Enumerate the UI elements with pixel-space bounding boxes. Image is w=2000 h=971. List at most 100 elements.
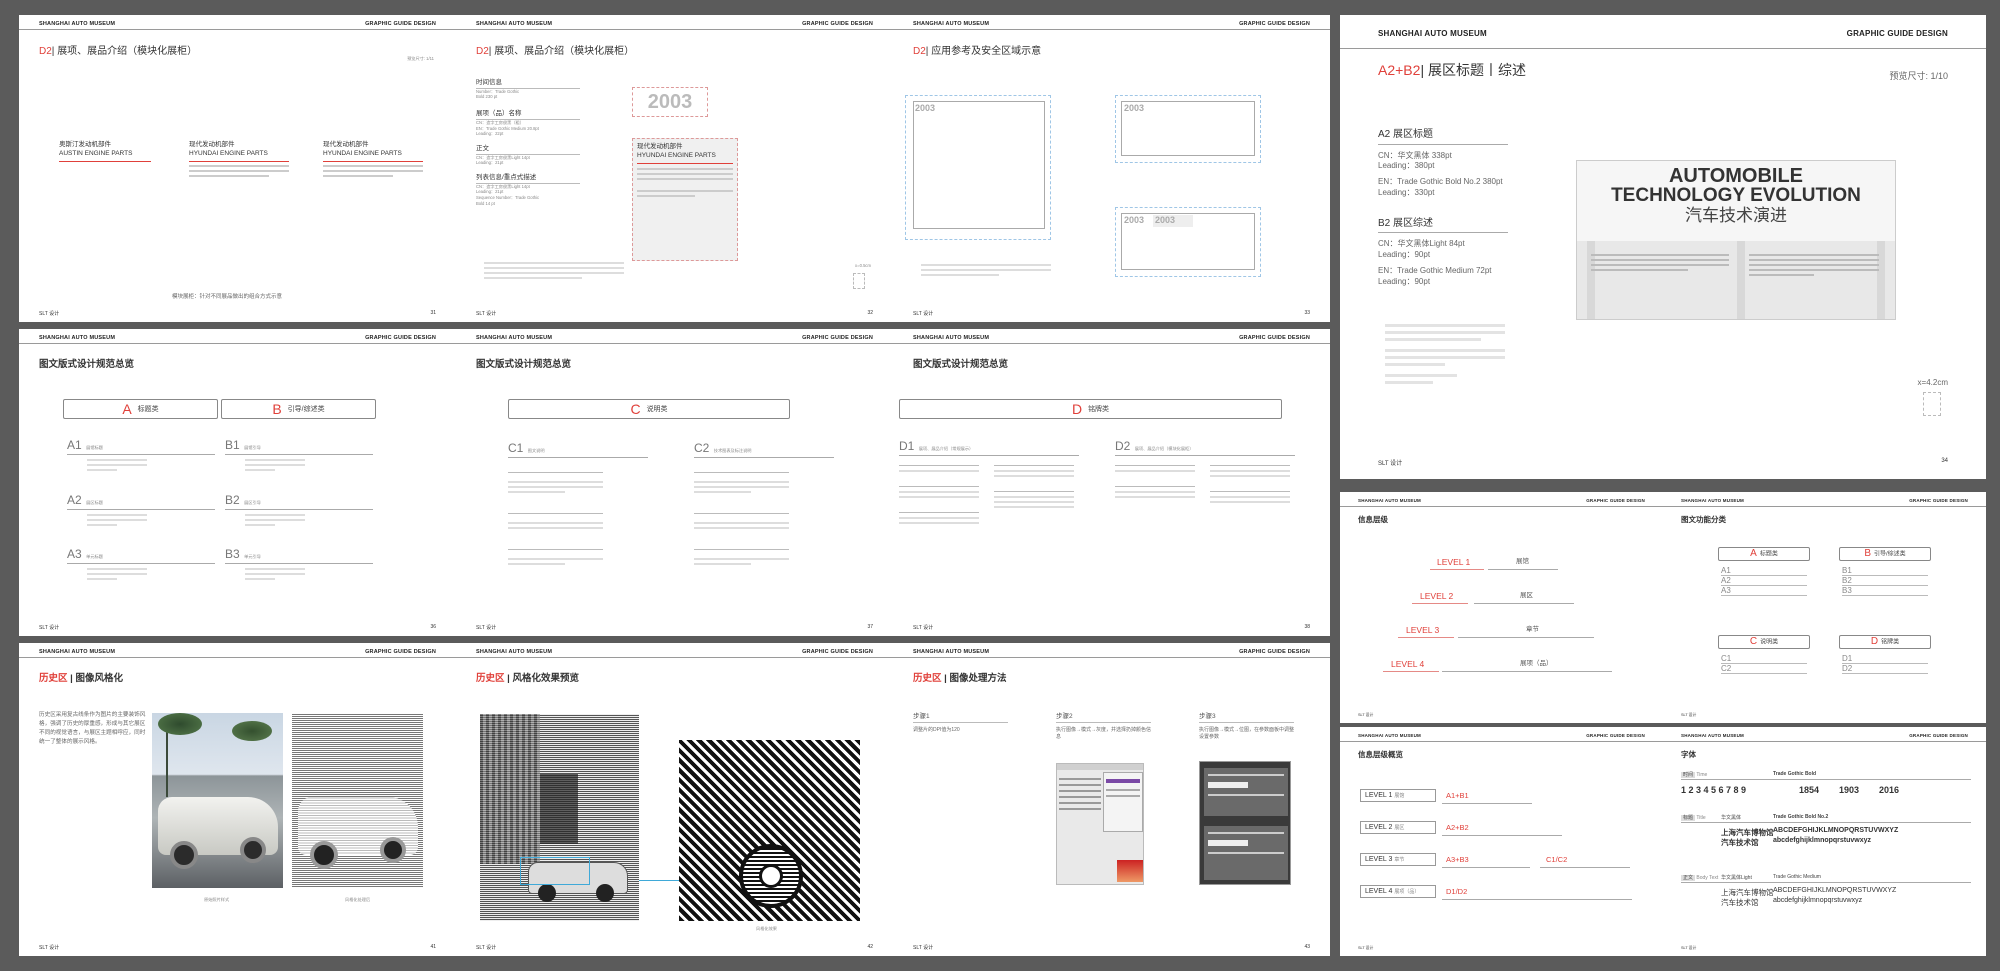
museum-label: SHANGHAI AUTO MUSEUM: [476, 335, 553, 341]
page-36: SHANGHAI AUTO MUSEUM GRAPHIC GUIDE DESIGN…: [19, 329, 456, 636]
footer-brand: SLT 设计: [39, 625, 60, 631]
page-title: 历史区 | 风格化效果预览: [476, 673, 579, 684]
spec-item: B1 展馆引导: [225, 436, 373, 474]
page-43: SHANGHAI AUTO MUSEUM GRAPHIC GUIDE DESIGN…: [893, 643, 1330, 956]
d1-header: D1 展项、展品介绍（常规展示）: [899, 437, 1079, 456]
page-number: 36: [430, 624, 436, 630]
page-41: SHANGHAI AUTO MUSEUM GRAPHIC GUIDE DESIGN…: [19, 643, 456, 956]
year-sample: 2003: [632, 87, 708, 117]
footer-brand: SLT 设计: [476, 625, 497, 631]
page-title: 图文版式设计规范总览: [913, 359, 1009, 370]
guide-label: GRAPHIC GUIDE DESIGN: [802, 21, 873, 27]
footer-brand: SLT 设计: [1681, 946, 1697, 950]
page-title: D2| 展项、展品介绍（模块化展柜）: [39, 46, 198, 57]
museum-label: SHANGHAI AUTO MUSEUM: [1681, 733, 1745, 738]
page-number: 43: [1304, 944, 1310, 950]
spec-item: B3 单元引导: [225, 545, 373, 583]
museum-label: SHANGHAI AUTO MUSEUM: [39, 335, 116, 341]
year-label: 2003: [1155, 215, 1176, 225]
caption-original: 原始照片样式: [204, 897, 230, 902]
guide-label: GRAPHIC GUIDE DESIGN: [1239, 335, 1310, 341]
b-items: B1 B2 B3: [1842, 566, 1928, 596]
notes: [484, 259, 624, 282]
poster-title-1: AUTOMOBILE: [1668, 165, 1804, 187]
museum-label: SHANGHAI AUTO MUSEUM: [1358, 733, 1422, 738]
category-d-box: D 铭牌类: [899, 399, 1282, 419]
caption: 模块展柜：针对不同展品做出的组合方式示意: [172, 294, 283, 300]
page-title: D2| 展项、展品介绍（模块化展柜）: [476, 46, 635, 57]
page-31: SHANGHAI AUTO MUSEUM GRAPHIC GUIDE DESIGN…: [19, 15, 456, 322]
museum-label: SHANGHAI AUTO MUSEUM: [913, 335, 990, 341]
page-number: 38: [1304, 624, 1310, 630]
year-label: 2003: [1124, 103, 1145, 113]
size-note: 预览尺寸: 1/11: [407, 56, 434, 61]
page-number: 41: [430, 944, 436, 950]
c1-spec: [508, 464, 603, 568]
footer-brand: SLT 设计: [913, 625, 934, 631]
notes: [1385, 320, 1505, 388]
x-size: x=4.2cm: [1917, 378, 1948, 387]
step-2: 步骤2 执行图像→模式→灰度，并选择扔掉颜色信息: [1056, 713, 1152, 740]
car-photo-original: [152, 713, 283, 888]
page-34: SHANGHAI AUTO MUSEUM GRAPHIC GUIDE DESIGN…: [1340, 15, 1986, 479]
spec-item: A1 展馆标题: [67, 436, 215, 474]
page-title: 图文功能分类: [1681, 515, 1726, 524]
page-50: SHANGHAI AUTO MUSEUM GRAPHIC GUIDE DESIGN…: [1663, 727, 1986, 956]
page-title: 图文版式设计规范总览: [39, 359, 135, 370]
d2-header: D2 展项、展品介绍（模块化展柜）: [1115, 437, 1295, 456]
street-photo: [480, 714, 639, 921]
guide-label: GRAPHIC GUIDE DESIGN: [365, 649, 436, 655]
guide-label: GRAPHIC GUIDE DESIGN: [1909, 733, 1968, 738]
font-row-body: 正文 Body Text 华文黑体Light Trade Gothic Medium…: [1681, 874, 1971, 907]
footer-brand: SLT 设计: [1358, 946, 1374, 950]
guide-label: GRAPHIC GUIDE DESIGN: [1586, 733, 1645, 738]
category-a-box: A 标题类: [1718, 547, 1810, 561]
museum-label: SHANGHAI AUTO MUSEUM: [476, 649, 553, 655]
module-card: 现代发动机部件 HYUNDAI ENGINE PARTS: [632, 138, 738, 261]
zoom-connector: [639, 880, 679, 881]
category-c-box: C 说明类: [1718, 635, 1810, 649]
page-number: 37: [867, 624, 873, 630]
page-47: SHANGHAI AUTO MUSEUM GRAPHIC GUIDE DESIGN…: [1340, 492, 1663, 723]
caption: 风格化效果: [756, 926, 777, 931]
guide-label: GRAPHIC GUIDE DESIGN: [1239, 21, 1310, 27]
font-row-title: 标题 Title 华文黑体 Trade Gothic Bold No.2 上海汽车博…: [1681, 814, 1971, 847]
module-card: 现代发动机部件 HYUNDAI ENGINE PARTS: [189, 141, 289, 180]
guide-label: GRAPHIC GUIDE DESIGN: [1239, 649, 1310, 655]
page-title: 图文版式设计规范总览: [476, 359, 572, 370]
guide-label: GRAPHIC GUIDE DESIGN: [1586, 498, 1645, 503]
spec-block: 时间信息 Number：Trade Gothic Bold 230 pt 展项（品…: [476, 79, 580, 206]
page-title: 历史区 | 图像风格化: [39, 673, 123, 684]
category-c-box: C 说明类: [508, 399, 790, 419]
poster-title-cn: 汽车技术演进: [1685, 206, 1787, 225]
caption-stylized: 风格化处理后: [345, 897, 371, 902]
poster-mockup: AUTOMOBILE TECHNOLOGY EVOLUTION 汽车技术演进: [1576, 160, 1896, 320]
guide-label: GRAPHIC GUIDE DESIGN: [1909, 498, 1968, 503]
guide-label: GRAPHIC GUIDE DESIGN: [365, 335, 436, 341]
c-items: C1 C2: [1721, 654, 1807, 674]
spec-item: A3 单元标题: [67, 545, 215, 583]
page-37: SHANGHAI AUTO MUSEUM GRAPHIC GUIDE DESIGN…: [456, 329, 893, 636]
footer-brand: SLT 设计: [39, 945, 60, 951]
a-items: A1 A2 A3: [1721, 566, 1807, 596]
poster-title-2: TECHNOLOGY EVOLUTION: [1611, 185, 1861, 206]
page-title: 字体: [1681, 750, 1696, 759]
detail-photo-zoom: [679, 740, 860, 921]
footer-brand: SLT 设计: [476, 945, 497, 951]
dialog-screenshot: [1199, 761, 1291, 885]
category-d-box: D 铭牌类: [1839, 635, 1931, 649]
body-text: 历史区采用复古线条作为图片的主要装饰风格，强调了历史的厚重感，形成与其它展区不同…: [39, 712, 146, 745]
page-title: 历史区 | 图像处理方法: [913, 673, 1007, 684]
menu-screenshot: [1056, 763, 1144, 885]
page-48: SHANGHAI AUTO MUSEUM GRAPHIC GUIDE DESIGN…: [1663, 492, 1986, 723]
size-note: 预览尺寸: 1/10: [1889, 71, 1948, 81]
year-label: 2003: [1124, 215, 1145, 225]
year-label: 2003: [915, 103, 936, 113]
museum-label: SHANGHAI AUTO MUSEUM: [39, 649, 116, 655]
d-items: D1 D2: [1842, 654, 1928, 674]
notes: [921, 261, 1051, 279]
module-card: 现代发动机部件 HYUNDAI ENGINE PARTS: [323, 141, 423, 180]
c1-header: C1 图文说明: [508, 439, 648, 458]
car-photo-stylized: [292, 713, 423, 888]
page-38: SHANGHAI AUTO MUSEUM GRAPHIC GUIDE DESIGN…: [893, 329, 1330, 636]
